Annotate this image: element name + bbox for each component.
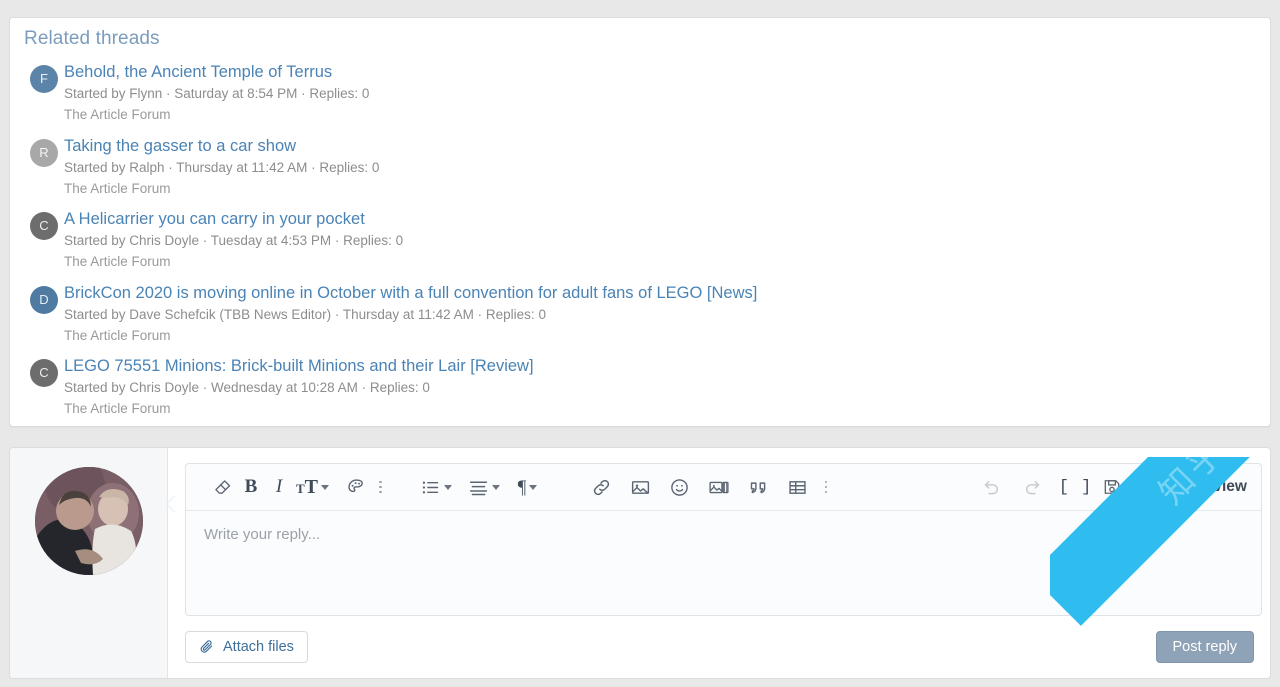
related-threads-title: Related threads bbox=[24, 28, 160, 49]
avatar-pointer bbox=[167, 495, 176, 513]
list-item[interactable]: R Taking the gasser to a car show Starte… bbox=[10, 136, 1270, 210]
link-icon[interactable] bbox=[582, 471, 621, 503]
avatar-column bbox=[10, 448, 176, 678]
emoji-icon[interactable] bbox=[660, 471, 699, 503]
avatar[interactable]: F bbox=[30, 65, 58, 93]
bbcode-label: [ ] bbox=[1058, 477, 1093, 497]
bullet-list-icon[interactable] bbox=[418, 471, 454, 503]
list-item[interactable]: D BrickCon 2020 is moving online in Octo… bbox=[10, 283, 1270, 357]
chevron-down-icon bbox=[321, 484, 330, 490]
thread-forum: The Article Forum bbox=[64, 107, 171, 122]
reply-editor-card: B I TT ¶ [] Preview Write your reply...… bbox=[9, 447, 1271, 679]
editor-toolbar: B I TT ¶ [] Preview bbox=[186, 463, 1261, 511]
thread-meta: Started by Chris Doyle · Tuesday at 4:53… bbox=[64, 233, 404, 248]
redo-icon[interactable] bbox=[1012, 471, 1051, 503]
italic-button[interactable]: I bbox=[265, 471, 293, 503]
preview-button[interactable]: Preview bbox=[1158, 477, 1247, 498]
thread-meta: Started by Ralph · Thursday at 11:42 AM … bbox=[64, 159, 380, 175]
user-avatar[interactable] bbox=[35, 467, 143, 575]
thread-forum: The Article Forum bbox=[64, 327, 171, 343]
italic-label: I bbox=[275, 476, 283, 497]
more-inline-icon[interactable] bbox=[371, 471, 390, 503]
table-icon[interactable] bbox=[778, 471, 817, 503]
chevron-down-icon bbox=[1125, 484, 1134, 490]
undo-icon[interactable] bbox=[973, 471, 1012, 503]
attach-files-button[interactable]: Attach files bbox=[185, 631, 308, 663]
media-icon[interactable] bbox=[699, 471, 739, 503]
text-color-icon[interactable] bbox=[342, 471, 371, 503]
reply-placeholder: Write your reply... bbox=[204, 526, 321, 543]
avatar[interactable]: C bbox=[30, 212, 58, 240]
align-icon[interactable] bbox=[466, 471, 502, 503]
post-reply-button[interactable]: Post reply bbox=[1155, 631, 1254, 663]
paragraph-label: ¶ bbox=[517, 476, 527, 498]
reply-textarea[interactable]: Write your reply... bbox=[186, 511, 1261, 616]
avatar[interactable]: C bbox=[30, 359, 58, 387]
thread-meta: Started by Dave Schefcik (TBB News Edito… bbox=[64, 306, 546, 322]
bold-button[interactable]: B bbox=[237, 471, 265, 503]
quote-icon[interactable] bbox=[739, 471, 778, 503]
related-threads-card: Related threads F Behold, the Ancient Te… bbox=[9, 17, 1271, 427]
list-item[interactable]: F Behold, the Ancient Temple of Terrus S… bbox=[10, 62, 1270, 136]
text-size-icon[interactable]: TT bbox=[293, 471, 332, 503]
preview-section: Preview bbox=[1141, 463, 1261, 511]
paperclip-icon bbox=[200, 640, 213, 653]
remove-formatting-icon[interactable] bbox=[208, 471, 237, 503]
thread-meta: Started by Chris Doyle · Wednesday at 10… bbox=[64, 380, 430, 395]
preview-icon bbox=[1162, 478, 1178, 497]
chevron-down-icon bbox=[491, 484, 500, 490]
thread-title-link[interactable]: LEGO 75551 Minions: Brick-built Minions … bbox=[64, 356, 1270, 376]
avatar[interactable]: D bbox=[30, 285, 58, 314]
thread-title-link[interactable]: Taking the gasser to a car show bbox=[64, 136, 1270, 156]
avatar[interactable]: R bbox=[30, 138, 58, 167]
list-item[interactable]: C LEGO 75551 Minions: Brick-built Minion… bbox=[10, 356, 1270, 430]
bbcode-icon[interactable]: [ ] bbox=[1051, 471, 1101, 503]
bold-label: B bbox=[244, 476, 258, 497]
draft-icon[interactable] bbox=[1100, 471, 1135, 503]
chevron-down-icon bbox=[443, 484, 452, 490]
list-item[interactable]: C A Helicarrier you can carry in your po… bbox=[10, 209, 1270, 283]
chevron-down-icon bbox=[529, 484, 538, 490]
attach-files-label: Attach files bbox=[223, 639, 294, 655]
preview-label: Preview bbox=[1188, 478, 1247, 495]
rich-text-editor: B I TT ¶ [] Preview Write your reply... bbox=[185, 463, 1262, 616]
thread-title-link[interactable]: BrickCon 2020 is moving online in Octobe… bbox=[64, 283, 1270, 303]
related-threads-list: F Behold, the Ancient Temple of Terrus S… bbox=[10, 62, 1270, 430]
editor-footer: Attach files Post reply bbox=[185, 631, 1262, 679]
thread-forum: The Article Forum bbox=[64, 254, 171, 269]
thread-forum: The Article Forum bbox=[64, 401, 171, 416]
more-block-icon[interactable] bbox=[817, 471, 836, 503]
paragraph-icon[interactable]: ¶ bbox=[514, 471, 542, 503]
page-root: Related threads F Behold, the Ancient Te… bbox=[0, 0, 1280, 687]
editor-wrapper: B I TT ¶ [] Preview Write your reply...… bbox=[177, 463, 1262, 670]
thread-title-link[interactable]: Behold, the Ancient Temple of Terrus bbox=[64, 62, 1270, 82]
image-icon[interactable] bbox=[621, 471, 660, 503]
thread-title-link[interactable]: A Helicarrier you can carry in your pock… bbox=[64, 209, 1270, 229]
thread-meta: Started by Flynn · Saturday at 8:54 PM ·… bbox=[64, 86, 370, 101]
thread-forum: The Article Forum bbox=[64, 180, 171, 196]
avatar-photo-icon bbox=[35, 467, 143, 575]
